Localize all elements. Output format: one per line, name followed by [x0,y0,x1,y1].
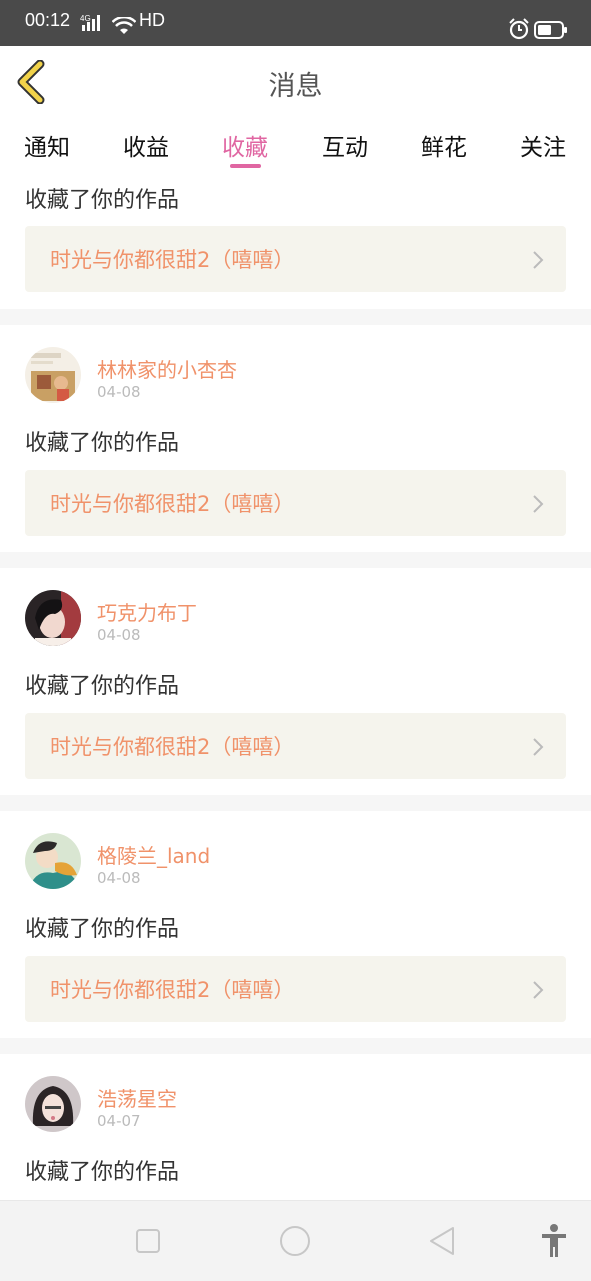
avatar[interactable] [25,833,81,889]
accessibility-icon[interactable] [540,1223,568,1259]
triangle-back-icon[interactable] [428,1226,456,1256]
date: 04-08 [97,869,141,887]
action-text: 收藏了你的作品 [25,917,180,942]
circle-icon[interactable] [279,1225,311,1257]
work-title: 时光与你都很甜2（嘻嘻） [50,492,295,516]
list-item: 收藏了你的作品 时光与你都很甜2（嘻嘻） [0,172,591,309]
message-list[interactable]: 收藏了你的作品 时光与你都很甜2（嘻嘻） 林林家的小杏杏 04-08 收藏了你的… [0,172,591,1200]
square-icon[interactable] [135,1228,161,1254]
battery-icon [534,21,567,39]
header-bar: 消息 [0,46,591,119]
page-title: 消息 [268,71,323,102]
list-item: 浩荡星空 04-07 收藏了你的作品 [0,1054,591,1200]
username[interactable]: 巧克力布丁 [97,597,197,626]
active-tab-indicator [230,164,261,168]
date: 04-08 [97,626,141,644]
chevron-right-icon [533,495,544,513]
status-bar: 00:12 4G HD [0,0,591,46]
action-text: 收藏了你的作品 [25,674,180,699]
signal-icon: 4G [80,14,100,31]
username[interactable]: 浩荡星空 [97,1083,177,1112]
chevron-right-icon [533,981,544,999]
work-title: 时光与你都很甜2（嘻嘻） [50,735,295,759]
action-text: 收藏了你的作品 [25,431,180,456]
hd-indicator: HD [139,10,165,30]
list-item: 格陵兰_land 04-08 收藏了你的作品 时光与你都很甜2（嘻嘻） [0,811,591,1038]
work-link[interactable]: 时光与你都很甜2（嘻嘻） [25,226,566,292]
list-item: 林林家的小杏杏 04-08 收藏了你的作品 时光与你都很甜2（嘻嘻） [0,325,591,552]
tab-bar: 通知 收益 收藏 互动 鲜花 关注 [0,118,591,172]
system-nav-bar [0,1200,591,1281]
work-link[interactable]: 时光与你都很甜2（嘻嘻） [25,956,566,1022]
tab-follow[interactable]: 关注 [520,128,566,162]
action-text: 收藏了你的作品 [25,1160,180,1185]
avatar[interactable] [25,590,81,646]
tab-interaction[interactable]: 互动 [322,128,368,162]
chevron-right-icon [533,738,544,756]
avatar[interactable] [25,1076,81,1132]
avatar[interactable] [25,347,81,403]
action-text: 收藏了你的作品 [25,188,180,213]
svg-text:4G: 4G [80,14,91,23]
alarm-icon [509,18,529,40]
tab-favorites[interactable]: 收藏 [222,128,268,162]
date: 04-08 [97,383,141,401]
tab-earnings[interactable]: 收益 [123,128,169,162]
work-title: 时光与你都很甜2（嘻嘻） [50,248,295,272]
username[interactable]: 林林家的小杏杏 [97,354,237,383]
username[interactable]: 格陵兰_land [97,840,210,869]
work-title: 时光与你都很甜2（嘻嘻） [50,978,295,1002]
work-link[interactable]: 时光与你都很甜2（嘻嘻） [25,713,566,779]
work-link[interactable]: 时光与你都很甜2（嘻嘻） [25,470,566,536]
date: 04-07 [97,1112,141,1130]
list-item: 巧克力布丁 04-08 收藏了你的作品 时光与你都很甜2（嘻嘻） [0,568,591,795]
tab-flowers[interactable]: 鲜花 [421,128,467,162]
status-time: 00:12 [25,10,71,30]
wifi-icon [112,17,136,34]
tab-notice[interactable]: 通知 [24,128,70,162]
chevron-right-icon [533,251,544,269]
